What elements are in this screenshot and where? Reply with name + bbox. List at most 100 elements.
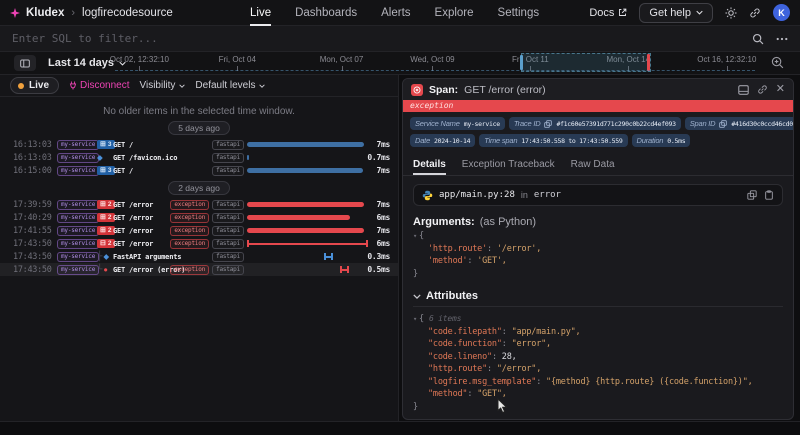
- tag-fastapi[interactable]: fastapi: [212, 166, 244, 176]
- trace-row[interactable]: 17:40:29my-service⊞2GET /errorexceptionf…: [0, 211, 398, 224]
- service-tag[interactable]: my-service: [57, 200, 99, 210]
- tag-exception[interactable]: exception: [170, 213, 209, 223]
- trace-rows: 5 days ago16:13:03my-service⊞3GET /fasta…: [0, 121, 398, 276]
- row-duration: 0.3ms: [367, 252, 390, 261]
- docs-link[interactable]: Docs: [589, 7, 627, 19]
- tag-exception[interactable]: exception: [170, 200, 209, 210]
- get-help-button[interactable]: Get help: [639, 3, 713, 23]
- search-icon[interactable]: [752, 33, 764, 45]
- span-name: GET /error: [113, 214, 153, 222]
- code-location-box: app/main.py:28 in error: [413, 184, 783, 206]
- detail-tab-exception-traceback[interactable]: Exception Traceback: [462, 156, 555, 175]
- span-detail-header: Span: GET /error (error) ✕: [403, 79, 793, 100]
- live-toggle-button[interactable]: Live: [10, 77, 59, 94]
- nav-tab-alerts[interactable]: Alerts: [381, 0, 410, 26]
- chip-duration: Duration0.5ms: [632, 134, 691, 147]
- row-duration: 0.7ms: [367, 153, 390, 162]
- children-count-badge[interactable]: ⊟2: [97, 239, 115, 248]
- trace-row[interactable]: 17:43:50my-service├◆FastAPI argumentsfas…: [0, 250, 398, 263]
- trace-row[interactable]: 17:43:50my-service⊟2GET /errorexceptionf…: [0, 237, 398, 250]
- logfire-logo-icon[interactable]: [10, 8, 20, 18]
- service-tag[interactable]: my-service: [57, 265, 99, 275]
- code-key: "http.route": [428, 364, 487, 374]
- row-timestamp: 17:43:50: [13, 265, 52, 275]
- children-count-badge[interactable]: ⊞2: [97, 213, 115, 222]
- row-duration: 7ms: [376, 166, 390, 175]
- duration-bar-zone: [247, 138, 368, 151]
- copy-icon[interactable]: [747, 190, 757, 200]
- time-range-label: Last 14 days: [48, 57, 114, 69]
- tag-fastapi[interactable]: fastapi: [212, 140, 244, 150]
- service-tag[interactable]: my-service: [57, 252, 99, 262]
- detail-tab-details[interactable]: Details: [413, 156, 446, 175]
- copy-link-icon[interactable]: [757, 84, 768, 95]
- dock-panel-icon[interactable]: [738, 85, 749, 95]
- children-count-badge[interactable]: ⊞3: [97, 140, 115, 149]
- trace-row[interactable]: 16:15:00my-service⊞3GET /fastapi7ms: [0, 164, 398, 177]
- selection-left-handle[interactable]: [520, 55, 523, 70]
- copy-icon[interactable]: [544, 120, 552, 128]
- nav-tab-dashboards[interactable]: Dashboards: [295, 0, 357, 26]
- tag-fastapi[interactable]: fastapi: [212, 153, 244, 163]
- chip-span-id: Span ID#416d30c0ccd46cd0: [685, 117, 794, 130]
- nav-tab-explore[interactable]: Explore: [435, 0, 474, 26]
- visibility-dropdown[interactable]: Visibility: [139, 80, 185, 91]
- service-tag[interactable]: my-service: [57, 166, 99, 176]
- service-tag[interactable]: my-service: [57, 213, 99, 223]
- collapse-chevron-icon[interactable]: ▾: [413, 315, 417, 323]
- timeline-track[interactable]: Oct 02, 12:32:10Fri, Oct 04Mon, Oct 07We…: [115, 52, 755, 74]
- service-tag[interactable]: my-service: [57, 140, 99, 150]
- arguments-code-block: ▾{'http.route': '/error','method': 'GET'…: [413, 230, 783, 280]
- disconnect-button[interactable]: Disconnect: [69, 80, 129, 91]
- collapse-chevron-icon[interactable]: ▾: [413, 232, 417, 240]
- row-duration: 7ms: [376, 200, 390, 209]
- nav-tab-settings[interactable]: Settings: [498, 0, 540, 26]
- children-count-badge[interactable]: ⊞2: [97, 226, 115, 235]
- tag-fastapi[interactable]: fastapi: [212, 239, 244, 249]
- service-tag[interactable]: my-service: [57, 153, 99, 163]
- user-avatar[interactable]: K: [773, 4, 790, 21]
- close-icon[interactable]: ✕: [776, 84, 785, 95]
- share-link-button[interactable]: [749, 7, 761, 19]
- trace-row[interactable]: 17:41:55my-service⊞2GET /errorexceptionf…: [0, 224, 398, 237]
- service-tag[interactable]: my-service: [57, 226, 99, 236]
- children-count-badge[interactable]: ⊞2: [97, 200, 115, 209]
- org-name[interactable]: Kludex: [26, 7, 64, 19]
- tag-fastapi[interactable]: fastapi: [212, 213, 244, 223]
- default-levels-dropdown[interactable]: Default levels: [195, 80, 265, 91]
- code-location-link[interactable]: app/main.py:28: [439, 190, 515, 200]
- tag-exception[interactable]: exception: [170, 239, 209, 249]
- timeline-selection[interactable]: [521, 53, 651, 72]
- row-duration: 6ms: [376, 213, 390, 222]
- sql-filter-input[interactable]: [12, 32, 752, 45]
- nav-tab-live[interactable]: Live: [250, 0, 271, 26]
- trace-row[interactable]: 16:13:03my-service◆GET /favicon.icofasta…: [0, 151, 398, 164]
- trace-row[interactable]: 16:13:03my-service⊞3GET /fastapi7ms: [0, 138, 398, 151]
- code-entry-line: "method": "GET",: [413, 388, 783, 401]
- trace-row[interactable]: 17:43:50my-service└●GET /error (error)ex…: [0, 263, 398, 276]
- detail-tab-raw-data[interactable]: Raw Data: [571, 156, 615, 175]
- instant-span-marker: [340, 266, 349, 273]
- sidebar-toggle-button[interactable]: [14, 55, 36, 71]
- tag-fastapi[interactable]: fastapi: [212, 226, 244, 236]
- tag-exception[interactable]: exception: [170, 226, 209, 236]
- theme-toggle-button[interactable]: [725, 7, 737, 19]
- clipboard-icon[interactable]: [764, 190, 774, 200]
- more-options-icon[interactable]: [776, 37, 788, 41]
- children-count-badge[interactable]: ⊞3: [97, 166, 115, 175]
- service-tag[interactable]: my-service: [57, 239, 99, 249]
- duration-bar: [247, 215, 350, 220]
- tag-exception[interactable]: exception: [170, 265, 209, 275]
- tag-fastapi[interactable]: fastapi: [212, 265, 244, 275]
- duration-bar-zone: [247, 164, 368, 177]
- tag-fastapi[interactable]: fastapi: [212, 200, 244, 210]
- copy-icon[interactable]: [719, 120, 727, 128]
- tag-fastapi[interactable]: fastapi: [212, 252, 244, 262]
- trace-row[interactable]: 17:39:59my-service⊞2GET /errorexceptionf…: [0, 198, 398, 211]
- collapse-chevron-icon[interactable]: [413, 294, 421, 299]
- project-name[interactable]: logfirecodesource: [82, 7, 173, 19]
- duration-bar-zone: [247, 198, 368, 211]
- breadcrumb-separator: ›: [71, 7, 75, 19]
- chip-value: my-service: [464, 120, 500, 128]
- zoom-in-button[interactable]: [771, 56, 784, 69]
